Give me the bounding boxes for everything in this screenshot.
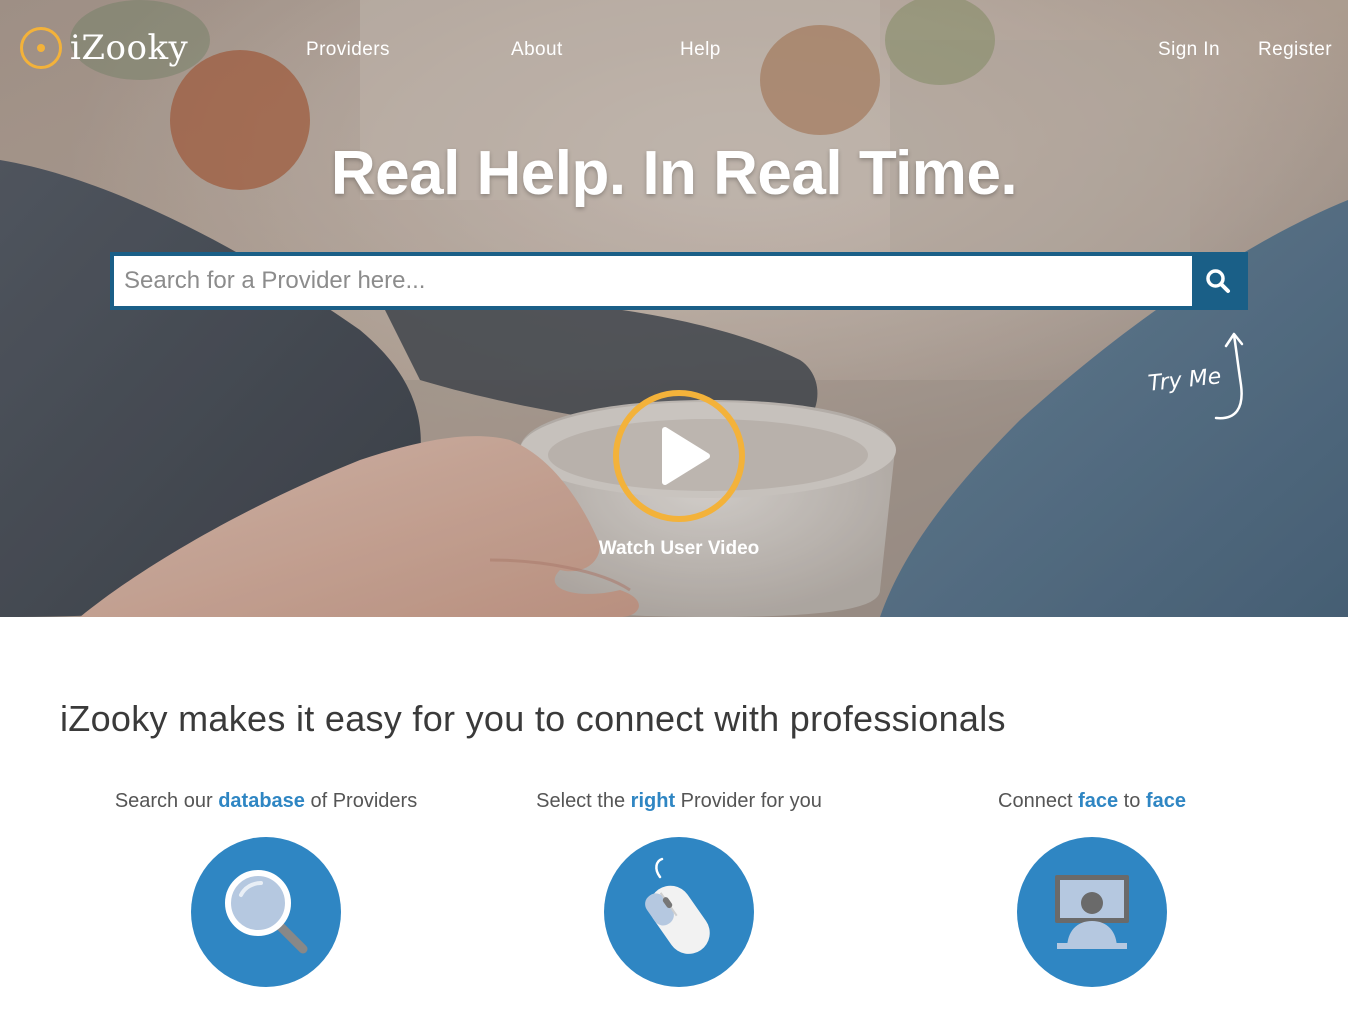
play-video-button[interactable] [613, 390, 745, 522]
mouse-icon [645, 857, 710, 954]
features-heading: iZooky makes it easy for you to connect … [60, 698, 1006, 739]
feature-circle [1017, 837, 1167, 987]
search-icon [1206, 269, 1230, 293]
nav-link-about[interactable]: About [511, 39, 563, 61]
curved-arrow-icon [1214, 332, 1244, 420]
search-button[interactable] [1192, 256, 1244, 306]
play-icon [662, 427, 710, 485]
provider-search-bar [110, 252, 1248, 310]
try-me-hint: Try Me [1146, 330, 1256, 425]
nav-link-help[interactable]: Help [680, 39, 721, 61]
nav-link-providers[interactable]: Providers [306, 39, 390, 61]
feature-circle [604, 837, 754, 987]
provider-search-input[interactable] [114, 256, 1192, 306]
logo-ring-icon [20, 27, 62, 69]
video-monitor-icon [1055, 875, 1129, 949]
brand-name: iZooky [70, 28, 189, 68]
sign-in-link[interactable]: Sign In [1158, 39, 1220, 61]
brand-logo[interactable]: iZooky [20, 26, 188, 70]
watch-video-label[interactable]: Watch User Video [0, 538, 1348, 560]
feature-search: Search our database of Providers [56, 790, 476, 987]
feature-circle [191, 837, 341, 987]
feature-select: Select the right Provider for you [469, 790, 889, 987]
feature-caption: Select the right Provider for you [536, 790, 822, 812]
hero-title: Real Help. In Real Time. [330, 139, 1018, 208]
magnifier-icon [225, 870, 308, 954]
feature-caption: Search our database of Providers [114, 790, 418, 812]
hero-section: iZooky Providers About Help Sign In Regi… [0, 0, 1348, 617]
register-link[interactable]: Register [1258, 39, 1332, 61]
feature-caption: Connect face to face [998, 790, 1186, 812]
feature-connect: Connect face to face [882, 790, 1302, 987]
